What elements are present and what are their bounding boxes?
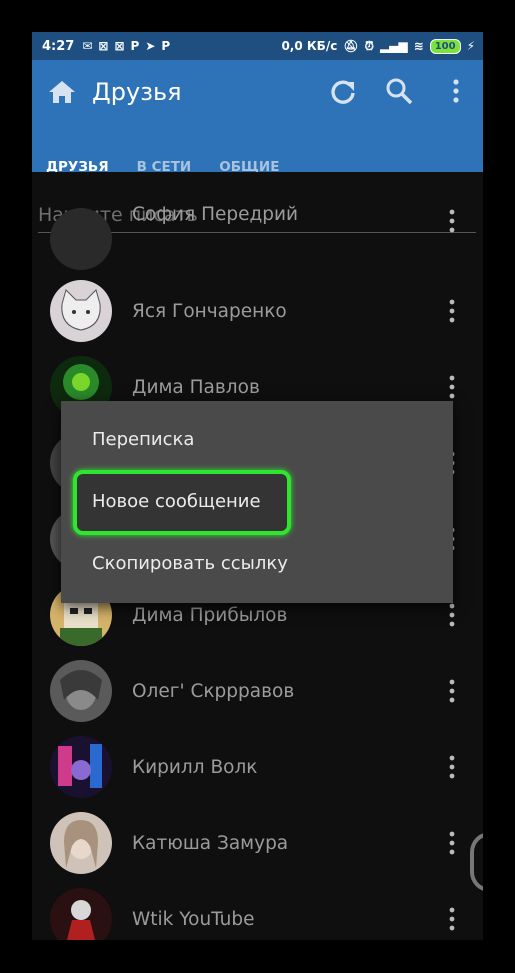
friend-name: Дима Павлов bbox=[132, 377, 260, 398]
more-vertical-icon[interactable] bbox=[444, 298, 460, 324]
list-item[interactable]: Яся Гончаренко bbox=[32, 280, 483, 356]
alarm-icon: ⏰︎ bbox=[364, 38, 374, 53]
list-item[interactable]: Wtik YouTube bbox=[32, 888, 483, 940]
avatar bbox=[50, 208, 112, 270]
menu-item-new-message[interactable]: Новое сообщение bbox=[92, 491, 261, 512]
avatar bbox=[50, 812, 112, 874]
menu-item-copy-link[interactable]: Скопировать ссылку bbox=[92, 553, 288, 574]
charging-icon: ⚡ bbox=[466, 39, 475, 53]
page-title: Друзья bbox=[92, 78, 182, 106]
list-item[interactable]: Катюша Замура bbox=[32, 812, 483, 888]
p-icon: P bbox=[161, 39, 171, 53]
app-bar: Друзья ДРУЗЬЯ В СЕТИ ОБЩИЕ bbox=[32, 60, 483, 196]
refresh-icon[interactable] bbox=[328, 76, 358, 106]
avatar-image-icon bbox=[50, 660, 112, 722]
list-item[interactable]: Олег' Скррравов bbox=[32, 660, 483, 736]
search-icon[interactable] bbox=[384, 76, 414, 106]
avatar-image-icon bbox=[50, 736, 112, 798]
friend-name: Wtik YouTube bbox=[132, 909, 255, 930]
context-menu: Переписка Новое сообщение Скопировать сс… bbox=[61, 401, 453, 603]
status-time: 4:27 bbox=[42, 38, 75, 54]
mute-icon: 🔕︎ bbox=[343, 39, 359, 53]
more-vertical-icon[interactable] bbox=[444, 906, 460, 932]
friend-name: Кирилл Волк bbox=[132, 757, 258, 778]
avatar bbox=[50, 736, 112, 798]
friend-name: Катюша Замура bbox=[132, 833, 289, 854]
notification-icons: ✉ ⊠ ⊠ P ➤ P bbox=[82, 39, 170, 53]
avatar bbox=[50, 280, 112, 342]
telegram-icon: ➤ bbox=[145, 39, 156, 53]
more-vertical-icon[interactable] bbox=[444, 678, 460, 704]
mail-icon: ✉ bbox=[82, 39, 93, 53]
status-right: 0,0 КБ/с 🔕︎ ⏰︎ ▂▄▆ ≋ 100 ⚡ bbox=[281, 38, 475, 54]
more-vertical-icon[interactable] bbox=[444, 602, 460, 628]
friend-name: София Передрий bbox=[132, 204, 299, 225]
list-item[interactable]: София Передрий bbox=[32, 204, 483, 280]
list-item[interactable]: Кирилл Волк bbox=[32, 736, 483, 812]
wifi-icon: ≋ bbox=[413, 39, 424, 53]
app-icon: ⊠ bbox=[114, 39, 125, 53]
more-vertical-icon[interactable] bbox=[441, 76, 471, 106]
avatar-fill bbox=[50, 208, 112, 270]
status-bar: 4:27 ✉ ⊠ ⊠ P ➤ P 0,0 КБ/с 🔕︎ ⏰︎ ▂▄▆ ≋ 10… bbox=[32, 32, 483, 60]
menu-item-conversation[interactable]: Переписка bbox=[92, 429, 194, 450]
more-vertical-icon[interactable] bbox=[444, 374, 460, 400]
cat-avatar-icon bbox=[50, 280, 112, 342]
network-speed: 0,0 КБ/с bbox=[281, 39, 338, 53]
friend-name: Олег' Скррравов bbox=[132, 681, 295, 702]
phone-screen: 4:27 ✉ ⊠ ⊠ P ➤ P 0,0 КБ/с 🔕︎ ⏰︎ ▂▄▆ ≋ 10… bbox=[32, 32, 483, 940]
app-icon: ⊠ bbox=[98, 39, 109, 53]
friend-name: Дима Прибылов bbox=[132, 605, 288, 626]
avatar-image-icon bbox=[50, 812, 112, 874]
home-icon[interactable] bbox=[48, 80, 76, 104]
battery-icon: 100 bbox=[429, 38, 461, 54]
signal-icon: ▂▄▆ bbox=[379, 39, 408, 53]
more-vertical-icon[interactable] bbox=[444, 754, 460, 780]
avatar bbox=[50, 660, 112, 722]
friend-name: Яся Гончаренко bbox=[132, 301, 287, 322]
avatar bbox=[50, 888, 112, 940]
more-vertical-icon[interactable] bbox=[444, 830, 460, 856]
avatar-image-icon bbox=[50, 888, 112, 940]
more-vertical-icon[interactable] bbox=[444, 208, 460, 234]
p-icon: P bbox=[130, 39, 140, 53]
